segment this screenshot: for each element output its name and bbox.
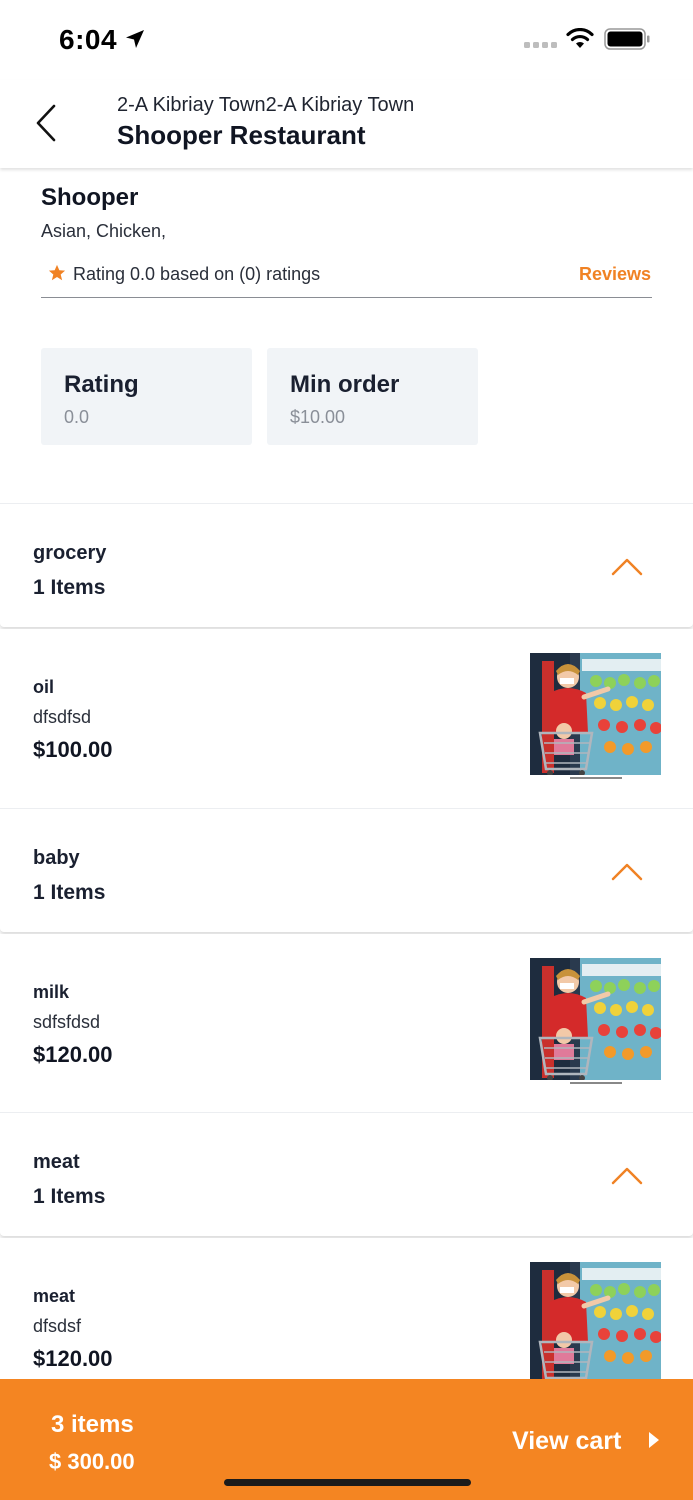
reviews-link[interactable]: Reviews — [579, 264, 651, 285]
wifi-icon — [566, 28, 594, 48]
category-name: grocery — [33, 542, 107, 564]
category-name: baby — [33, 847, 80, 869]
item-name: oil — [33, 677, 54, 697]
chevron-up-icon[interactable] — [610, 1165, 644, 1187]
item-description: sdfsfdsd — [33, 1012, 101, 1032]
chevron-up-icon[interactable] — [610, 861, 644, 883]
store-cuisine: Asian, Chicken, — [41, 221, 167, 241]
category-meat[interactable]: meat 1 Items — [0, 1112, 693, 1236]
category-count: 1 Items — [33, 1185, 106, 1208]
rating-card: Rating 0.0 — [41, 348, 252, 445]
store-name: Shooper — [41, 184, 139, 211]
cart-total: $ 300.00 — [49, 1449, 135, 1474]
item-price: $120.00 — [33, 1042, 113, 1067]
item-description: dfsdsf — [33, 1316, 82, 1336]
rating-summary: Rating 0.0 based on (0) ratings Reviews — [41, 264, 652, 298]
cart-item-count: 3 items — [51, 1411, 134, 1438]
category-count: 1 Items — [33, 881, 106, 904]
star-icon — [48, 264, 66, 281]
min-order-value: $10.00 — [290, 407, 346, 427]
menu-item-milk[interactable]: milk sdfsfdsd $120.00 — [0, 934, 693, 1114]
nav-header: 2-A Kibriay Town2-A Kibriay Town Shooper… — [0, 80, 693, 168]
item-name: meat — [33, 1286, 76, 1306]
item-photo-grocery-shopping — [530, 958, 661, 1088]
category-grocery[interactable]: grocery 1 Items — [0, 503, 693, 627]
status-time: 6:04 — [59, 24, 118, 55]
category-count: 1 Items — [33, 576, 106, 599]
chevron-up-icon[interactable] — [610, 556, 644, 578]
cellular-signal-icon — [524, 42, 557, 48]
page-title: Shooper Restaurant — [117, 120, 366, 150]
item-photo-grocery-shopping — [530, 653, 661, 783]
category-baby[interactable]: baby 1 Items — [0, 808, 693, 932]
menu-item-oil[interactable]: oil dfsdfsd $100.00 — [0, 629, 693, 809]
header-subtitle: 2-A Kibriay Town2-A Kibriay Town — [117, 94, 415, 116]
view-cart-bar[interactable]: 3 items $ 300.00 View cart — [0, 1379, 693, 1500]
battery-icon — [604, 28, 650, 50]
chevron-left-icon — [36, 104, 56, 142]
rating-text: Rating 0.0 based on (0) ratings — [73, 264, 321, 284]
item-description: dfsdfsd — [33, 707, 92, 727]
item-price: $120.00 — [33, 1346, 113, 1371]
status-bar: 6:04 — [0, 0, 693, 80]
back-button[interactable] — [26, 100, 66, 146]
home-indicator — [224, 1479, 471, 1486]
view-cart-button[interactable]: View cart — [512, 1427, 621, 1456]
min-order-label: Min order — [290, 371, 400, 398]
rating-card-label: Rating — [64, 371, 139, 398]
location-arrow-icon — [126, 30, 144, 48]
play-arrow-icon — [649, 1432, 659, 1448]
min-order-card: Min order $10.00 — [267, 348, 478, 445]
rating-card-value: 0.0 — [64, 407, 90, 427]
item-name: milk — [33, 982, 70, 1002]
category-name: meat — [33, 1151, 80, 1173]
item-price: $100.00 — [33, 737, 113, 762]
item-photo-grocery-shopping — [530, 1262, 661, 1392]
